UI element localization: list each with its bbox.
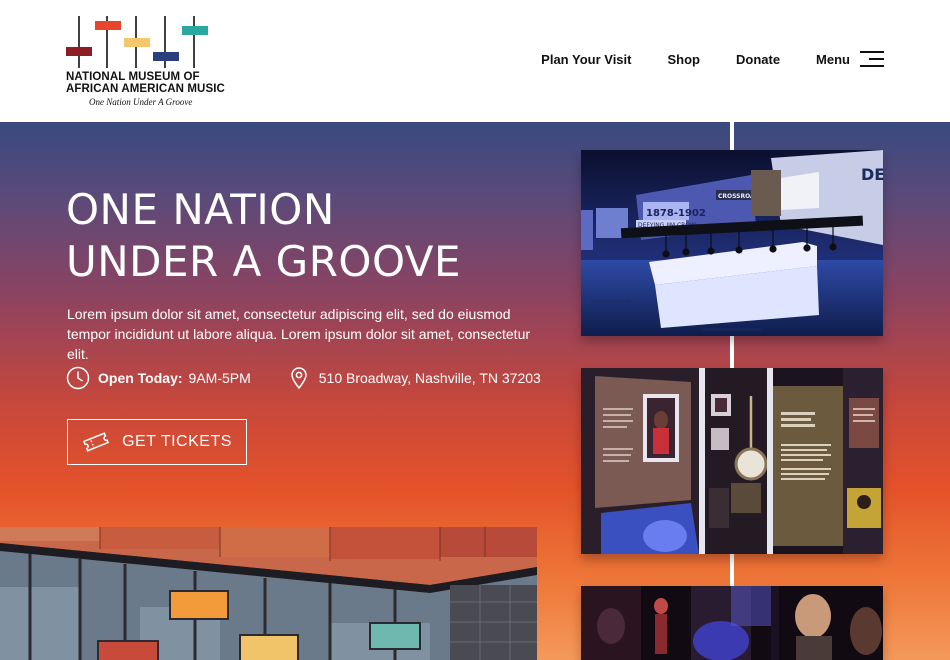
exhibit-photo-image: DE 1878-1902 DEFYING JIM CROW CROSSROADS [581,150,883,336]
exhibit-photo-image [581,586,883,660]
hero-description: Lorem ipsum dolor sit amet, consectetur … [67,306,531,362]
nav-plan-your-visit[interactable]: Plan Your Visit [541,52,631,67]
hours-info: Open Today: 9AM-5PM [66,366,251,390]
museum-building-photo [0,527,537,660]
address-value: 510 Broadway, Nashville, TN 37203 [318,370,541,386]
logo-mark-icon [66,16,208,68]
building-image [0,527,537,660]
nav-shop[interactable]: Shop [667,52,700,67]
exhibit-photo-jim-crow[interactable]: DE 1878-1902 DEFYING JIM CROW CROSSROADS [581,150,883,336]
wall-text: DE [861,165,883,184]
site-header: NATIONAL MUSEUM OF AFRICAN AMERICAN MUSI… [0,0,950,122]
ticket-icon [83,432,110,452]
menu-button[interactable]: Menu [816,50,884,68]
hours-label: Open Today: [98,370,183,386]
logo-tagline: One Nation Under A Groove [89,97,193,107]
hero-title-line2: UNDER A GROOVE [66,237,462,286]
menu-label: Menu [816,51,850,67]
exhibit-photo-banjo[interactable] [581,368,883,554]
address-info[interactable]: 510 Broadway, Nashville, TN 37203 [287,366,541,390]
exhibit-photo-performers[interactable] [581,586,883,660]
museum-logo[interactable]: NATIONAL MUSEUM OF AFRICAN AMERICAN MUSI… [64,14,225,110]
hours-value: 9AM-5PM [188,370,251,386]
logo-name-line2: AFRICAN AMERICAN MUSIC [66,83,225,95]
hero-section: ONE NATION UNDER A GROOVE Lorem ipsum do… [0,122,950,660]
main-nav: Plan Your Visit Shop Donate Menu [541,50,884,68]
get-tickets-button[interactable]: GET TICKETS [67,419,247,465]
logo-name-line1: NATIONAL MUSEUM OF [66,71,200,83]
hero-title-line1: ONE NATION [66,185,335,234]
nav-donate[interactable]: Donate [736,52,780,67]
clock-icon [66,366,90,390]
location-pin-icon [291,367,307,390]
year-label: 1878-1902 [646,208,706,219]
hamburger-icon [860,50,884,68]
visit-info: Open Today: 9AM-5PM 510 Broadway, Nashvi… [66,366,541,390]
get-tickets-label: GET TICKETS [122,433,232,450]
hero-title: ONE NATION UNDER A GROOVE [66,184,461,288]
exhibit-photo-image [581,368,883,554]
